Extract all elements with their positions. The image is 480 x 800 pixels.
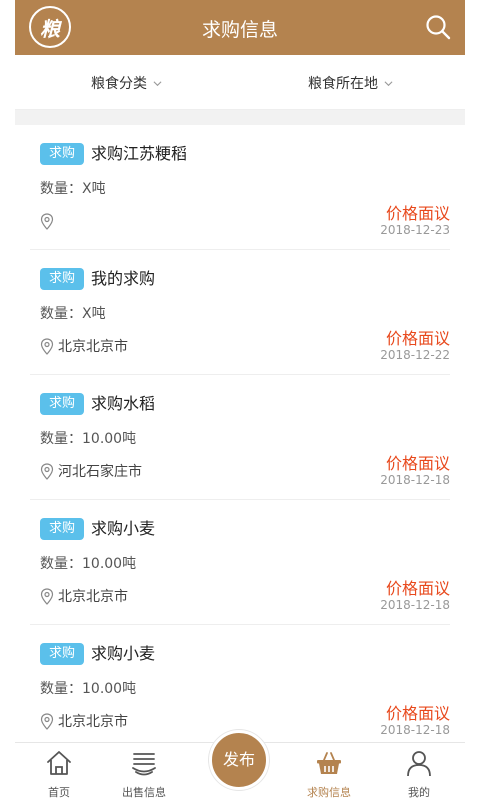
tab-sell-label: 出售信息 xyxy=(122,786,166,799)
list-item[interactable]: 求购 我的求购 数量：X吨 北京北京市 价格面议 2018-12-22 xyxy=(30,250,450,375)
item-title: 求购水稻 xyxy=(91,394,156,413)
item-price: 价格面议 xyxy=(385,704,450,723)
section-divider xyxy=(15,110,465,125)
location-pin-icon xyxy=(40,588,54,605)
tab-sell[interactable]: 出售信息 xyxy=(109,749,179,800)
item-price: 价格面议 xyxy=(385,454,450,473)
tab-mine[interactable]: 我的 xyxy=(384,749,454,800)
app-header: 粮 求购信息 xyxy=(15,0,465,55)
basket-icon xyxy=(317,752,341,774)
home-icon xyxy=(47,751,71,775)
buy-badge: 求购 xyxy=(40,268,84,290)
item-title: 求购小麦 xyxy=(91,644,156,663)
buy-request-list: 求购 求购江苏粳稻 数量：X吨 价格面议 2018-12-23 求购 我的求购 … xyxy=(15,125,465,750)
search-icon[interactable] xyxy=(425,14,451,40)
tab-buy-label: 求购信息 xyxy=(307,786,351,799)
item-quantity: 数量：10.00吨 xyxy=(40,431,137,447)
item-quantity: 数量：X吨 xyxy=(40,306,106,322)
tab-buy[interactable]: 求购信息 xyxy=(294,749,364,800)
page-title: 求购信息 xyxy=(201,19,278,41)
location-pin-icon xyxy=(40,338,54,355)
buy-badge: 求购 xyxy=(40,143,84,165)
item-quantity: 数量：10.00吨 xyxy=(40,681,137,697)
filter-location[interactable]: 粮食所在地 xyxy=(308,73,393,93)
tab-home[interactable]: 首页 xyxy=(24,749,94,800)
user-icon xyxy=(407,751,431,777)
tab-mine-label: 我的 xyxy=(408,786,430,799)
buy-badge: 求购 xyxy=(40,518,84,540)
buy-badge: 求购 xyxy=(40,393,84,415)
location-pin-icon xyxy=(40,463,54,480)
item-location: 北京北京市 xyxy=(58,339,128,355)
tab-home-label: 首页 xyxy=(48,786,70,799)
list-item[interactable]: 求购 求购江苏粳稻 数量：X吨 价格面议 2018-12-23 xyxy=(30,125,450,250)
item-title: 求购小麦 xyxy=(91,519,156,538)
item-title: 求购江苏粳稻 xyxy=(91,144,188,163)
filter-category-label: 粮食分类 xyxy=(91,76,147,92)
item-price: 价格面议 xyxy=(385,579,450,598)
item-price: 价格面议 xyxy=(385,329,450,348)
filter-bar: 粮食分类 粮食所在地 xyxy=(15,55,465,110)
chevron-down-icon xyxy=(153,80,162,86)
item-date: 2018-12-18 xyxy=(380,598,450,612)
item-location: 河北石家庄市 xyxy=(58,464,142,480)
stack-list-icon xyxy=(132,753,156,776)
item-quantity: 数量：10.00吨 xyxy=(40,556,137,572)
item-date: 2018-12-23 xyxy=(380,223,450,237)
item-date: 2018-12-18 xyxy=(380,473,450,487)
location-pin-icon xyxy=(40,213,54,230)
item-location: 北京北京市 xyxy=(58,714,128,730)
list-item[interactable]: 求购 求购小麦 数量：10.00吨 北京北京市 价格面议 2018-12-18 xyxy=(30,500,450,625)
filter-location-label: 粮食所在地 xyxy=(308,76,378,92)
location-pin-icon xyxy=(40,713,54,730)
item-quantity: 数量：X吨 xyxy=(40,181,106,197)
item-date: 2018-12-18 xyxy=(380,723,450,737)
list-item[interactable]: 求购 求购水稻 数量：10.00吨 河北石家庄市 价格面议 2018-12-18 xyxy=(30,375,450,500)
publish-button[interactable]: 发布 xyxy=(209,730,269,790)
item-date: 2018-12-22 xyxy=(380,348,450,362)
chevron-down-icon xyxy=(384,80,393,86)
filter-category[interactable]: 粮食分类 xyxy=(91,73,162,93)
buy-badge: 求购 xyxy=(40,643,84,665)
item-price: 价格面议 xyxy=(385,204,450,223)
item-location: 北京北京市 xyxy=(58,589,128,605)
item-title: 我的求购 xyxy=(91,269,156,288)
